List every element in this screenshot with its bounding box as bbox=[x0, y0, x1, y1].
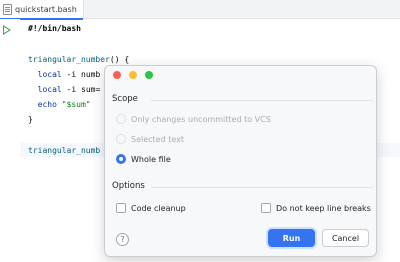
checkbox-label: Code cleanup bbox=[131, 203, 186, 213]
editor-tab-bar: quickstart.bash bbox=[0, 0, 400, 20]
radio-button[interactable] bbox=[116, 114, 126, 124]
run-icon[interactable] bbox=[3, 25, 11, 35]
code-cleanup-checkbox[interactable] bbox=[116, 203, 126, 213]
code-line-local-number: local -i numb bbox=[28, 69, 101, 81]
code-line-echo: echo "$sum" bbox=[28, 99, 91, 111]
tab-label: quickstart.bash bbox=[15, 5, 77, 14]
checkbox-label: Do not keep line breaks bbox=[276, 203, 371, 213]
divider bbox=[151, 187, 373, 188]
radio-button[interactable] bbox=[116, 134, 126, 144]
string-literal: "$sum" bbox=[56, 100, 91, 109]
maximize-icon[interactable] bbox=[145, 71, 153, 79]
code-line-function-call: triangular_numb bbox=[28, 145, 100, 157]
code-cleanup-option[interactable]: Code cleanup bbox=[116, 202, 186, 214]
scope-option-selected-text[interactable]: Selected text bbox=[116, 133, 184, 145]
function-name: triangular_numb bbox=[28, 146, 101, 155]
code-text: -i bbox=[61, 85, 81, 94]
keyword: local bbox=[37, 85, 62, 94]
keep-line-breaks-option[interactable]: Do not keep line breaks bbox=[261, 202, 371, 214]
help-icon[interactable]: ? bbox=[116, 233, 129, 246]
scope-section-title: Scope bbox=[112, 94, 138, 104]
radio-button-selected[interactable] bbox=[116, 154, 126, 164]
run-dialog: Scope Only changes uncommitted to VCS Se… bbox=[104, 65, 377, 257]
code-text: () { bbox=[109, 55, 130, 64]
code-line-closing-brace: } bbox=[28, 115, 33, 124]
dialog-title-bar[interactable] bbox=[105, 66, 376, 86]
keep-line-breaks-checkbox[interactable] bbox=[261, 203, 271, 213]
scope-option-whole-file[interactable]: Whole file bbox=[116, 153, 171, 165]
cancel-button[interactable]: Cancel bbox=[322, 229, 369, 247]
minimize-icon[interactable] bbox=[129, 71, 137, 79]
run-button[interactable]: Run bbox=[268, 229, 315, 247]
editor-gutter bbox=[0, 19, 20, 262]
code-text: -i bbox=[61, 70, 81, 79]
code-line-shebang: #!/bin/bash bbox=[28, 24, 81, 33]
code-line-local-sum: local -i sum= bbox=[28, 84, 101, 96]
keyword: echo bbox=[37, 100, 57, 109]
function-name: triangular_number bbox=[28, 55, 110, 64]
radio-label: Selected text bbox=[131, 134, 185, 144]
close-icon[interactable] bbox=[113, 71, 121, 79]
divider bbox=[151, 100, 373, 101]
radio-label: Whole file bbox=[131, 154, 171, 164]
tab-quickstart-bash[interactable]: quickstart.bash bbox=[0, 0, 84, 20]
options-section-title: Options bbox=[112, 181, 145, 191]
code-text: numb bbox=[81, 70, 101, 79]
radio-label: Only changes uncommitted to VCS bbox=[131, 114, 271, 124]
code-text: sum= bbox=[81, 85, 101, 94]
file-icon bbox=[3, 4, 12, 15]
keyword: local bbox=[37, 70, 62, 79]
scope-option-uncommitted[interactable]: Only changes uncommitted to VCS bbox=[116, 113, 271, 125]
